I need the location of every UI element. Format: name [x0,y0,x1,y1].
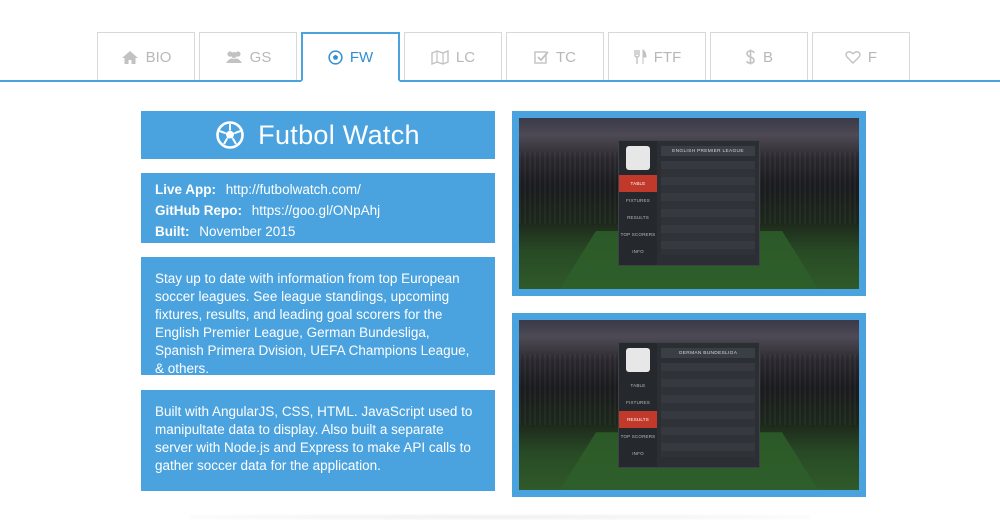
league-header: ENGLISH PREMIER LEAGUE [661,146,755,156]
live-app-row: Live App: http://futbolwatch.com/ [155,179,481,200]
github-link[interactable]: https://goo.gl/ONpAhj [252,203,380,218]
built-row: Built: November 2015 [155,221,481,242]
tab-gs[interactable]: GS [199,32,297,81]
tab-underline [0,80,1000,82]
tab-bar: BIO GS FW LC TC FTF B F [0,0,1000,82]
tab-label: LC [455,48,476,66]
menu-item: INFO [632,249,644,254]
app-panel: TABLE FIXTURES RESULTS TOP SCORERS INFO … [618,342,760,468]
tab-label: FW [349,48,374,66]
map-icon [431,49,449,65]
section-shadow [190,514,810,520]
menu-item: TABLE [630,383,646,388]
menu-item: FIXTURES [626,198,650,203]
screenshot-premier-league: TABLE FIXTURES RESULTS TOP SCORERS INFO … [512,111,866,296]
tab-label: FTF [653,48,682,66]
results-table [661,363,755,457]
built-label: Built: [155,224,190,239]
tab-label: B [762,48,773,66]
menu-item: TABLE [619,175,657,192]
live-app-link[interactable]: http://futbolwatch.com/ [226,182,361,197]
stadium-background: TABLE FIXTURES RESULTS TOP SCORERS INFO … [519,320,859,490]
built-value: November 2015 [199,224,296,239]
tab-label: BIO [145,48,172,66]
league-logo [626,348,650,372]
github-row: GitHub Repo: https://goo.gl/ONpAhj [155,200,481,221]
menu-item: TOP SCORERS [620,232,656,237]
project-info: Live App: http://futbolwatch.com/ GitHub… [141,173,495,243]
tab-label: F [867,48,878,66]
users-icon [225,51,242,63]
cutlery-icon [634,49,647,64]
stadium-background: TABLE FIXTURES RESULTS TOP SCORERS INFO … [519,118,859,289]
project-title-box: Futbol Watch [141,111,495,159]
menu-item: FIXTURES [626,400,650,405]
tab-tc[interactable]: TC [506,32,604,81]
tab-bio[interactable]: BIO [97,32,195,81]
home-icon [121,50,138,64]
soccer-ball-icon [328,49,343,65]
league-table [661,161,755,255]
live-app-label: Live App: [155,182,217,197]
checkbox-icon [534,50,549,64]
project-description: Stay up to date with information from to… [141,257,495,376]
menu-item: TOP SCORERS [620,434,656,439]
tab-ftf[interactable]: FTF [608,32,706,81]
app-menu: TABLE FIXTURES RESULTS TOP SCORERS INFO [619,377,657,462]
menu-item: INFO [632,451,644,456]
tab-lc[interactable]: LC [404,32,502,81]
league-header: GERMAN BUNDESLIGA [661,348,755,358]
league-logo [626,146,650,170]
tab-label: GS [249,48,272,66]
tab-b[interactable]: B [710,32,808,81]
github-label: GitHub Repo: [155,203,242,218]
menu-item: RESULTS [619,411,657,428]
app-menu: TABLE FIXTURES RESULTS TOP SCORERS INFO [619,175,657,260]
menu-item: RESULTS [627,215,649,220]
app-panel: TABLE FIXTURES RESULTS TOP SCORERS INFO … [618,140,760,266]
tab-label: TC [556,48,576,66]
tab-f[interactable]: F [812,32,910,81]
project-tech: Built with AngularJS, CSS, HTML. JavaScr… [141,390,495,491]
dollar-icon [746,49,755,65]
screenshot-bundesliga: TABLE FIXTURES RESULTS TOP SCORERS INFO … [512,313,866,497]
tab-fw[interactable]: FW [301,32,400,82]
project-title: Futbol Watch [258,119,420,150]
soccer-ball-icon [216,121,244,149]
heart-icon [845,51,861,64]
